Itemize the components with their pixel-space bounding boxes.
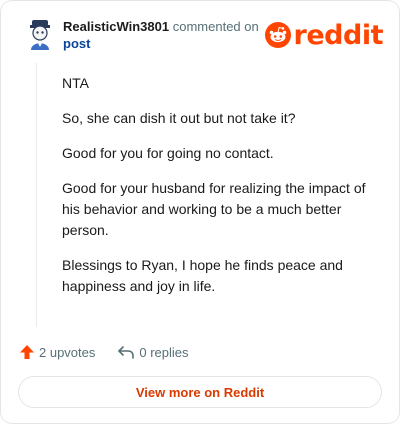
- comment-meta: RealisticWin3801 commented on post: [63, 18, 259, 52]
- reddit-logo[interactable]: reddit: [264, 19, 384, 51]
- comment-body: NTA So, she can dish it out but not take…: [62, 73, 380, 311]
- upvote-button[interactable]: 2 upvotes: [19, 344, 95, 360]
- reply-count: 0 replies: [139, 344, 189, 360]
- post-link[interactable]: post: [63, 35, 259, 52]
- user-avatar[interactable]: [23, 17, 57, 51]
- comment-paragraph: Good for your husband for realizing the …: [62, 180, 366, 238]
- commented-on-text: commented on: [172, 19, 259, 34]
- reddit-comment-embed: RealisticWin3801 commented on post reddi…: [0, 0, 400, 424]
- upvote-arrow-icon: [20, 345, 34, 359]
- comment-paragraph: NTA: [62, 75, 89, 91]
- reddit-alien-icon: [264, 22, 291, 48]
- username-link[interactable]: RealisticWin3801: [63, 19, 169, 34]
- comment-paragraph: Blessings to Ryan, I hope he finds peace…: [62, 257, 343, 294]
- comment-actions: 2 upvotes 0 replies: [19, 341, 211, 363]
- view-more-button[interactable]: View more on Reddit: [18, 376, 382, 408]
- reply-arrow-icon: [118, 346, 135, 359]
- replies-button[interactable]: 0 replies: [117, 344, 189, 360]
- comment-paragraph: Good for you for going no contact.: [62, 145, 274, 161]
- thread-line: [36, 63, 37, 327]
- comment-paragraph: So, she can dish it out but not take it?: [62, 110, 296, 126]
- reddit-wordmark: reddit: [293, 19, 384, 51]
- comment-header: RealisticWin3801 commented on post reddi…: [23, 15, 384, 55]
- upvote-count: 2 upvotes: [39, 344, 96, 360]
